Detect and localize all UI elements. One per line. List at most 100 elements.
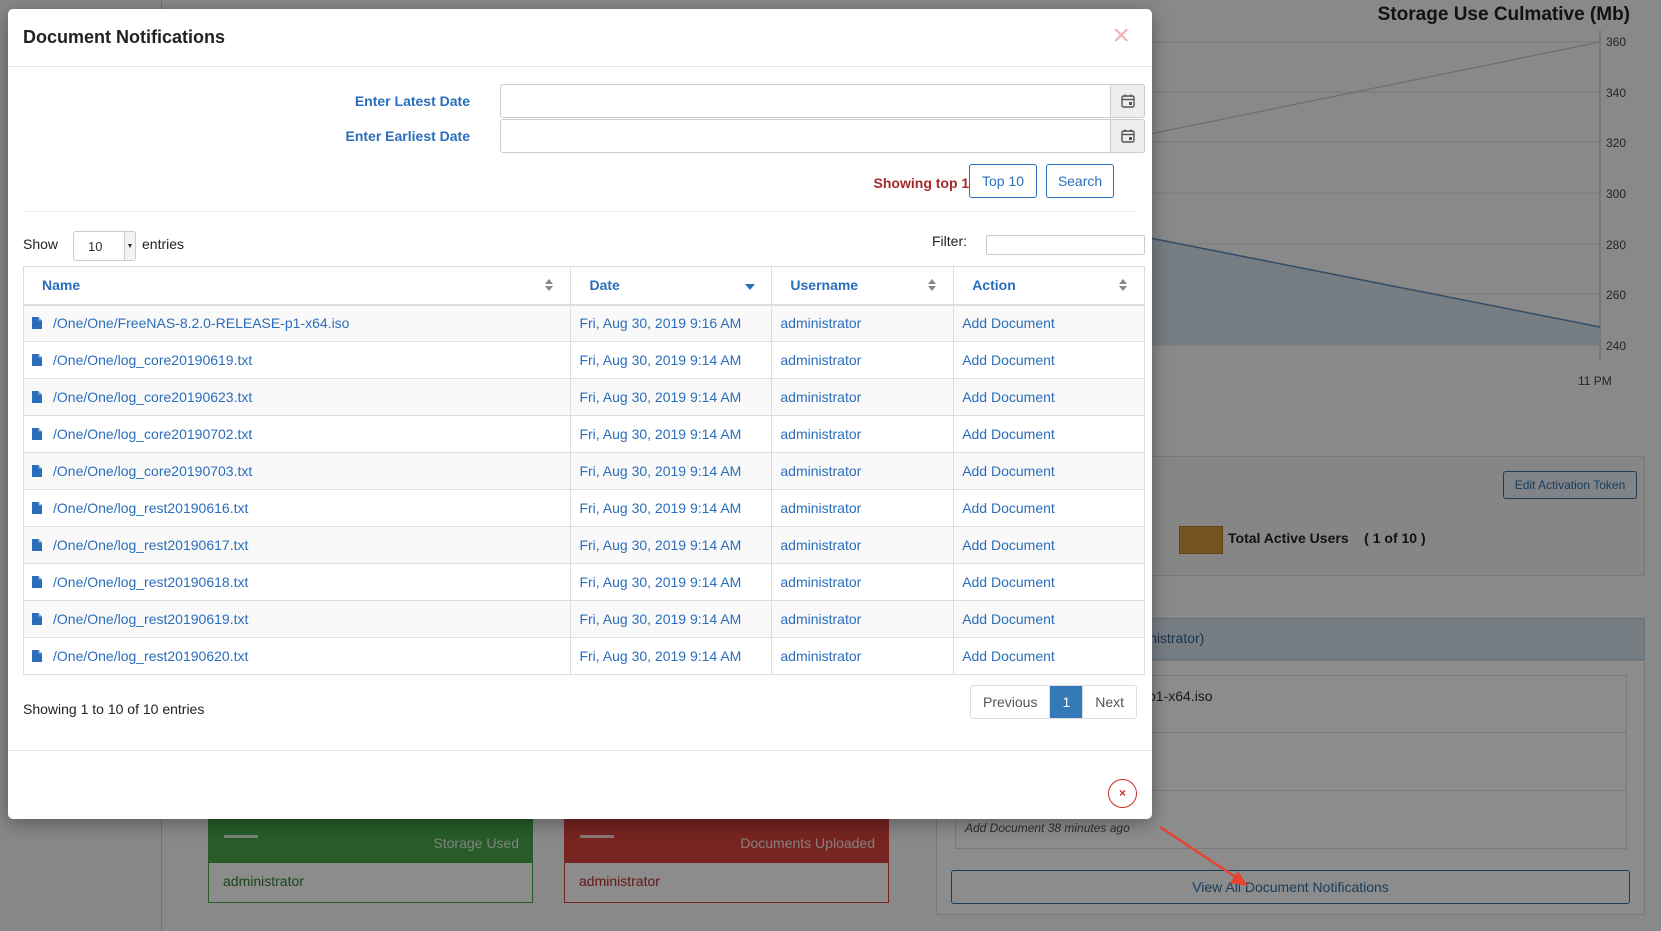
username-cell: administrator: [771, 378, 955, 416]
username-cell: administrator: [771, 415, 955, 453]
pager-next-button[interactable]: Next: [1083, 686, 1137, 718]
file-icon: [32, 317, 42, 330]
file-name-link[interactable]: /One/One/log_core20190703.txt: [53, 463, 252, 479]
file-name-cell[interactable]: /One/One/log_core20190703.txt: [22, 452, 572, 490]
username-cell: administrator: [771, 526, 955, 564]
table-row: /One/One/log_core20190702.txt Fri, Aug 3…: [22, 415, 1145, 453]
close-icon[interactable]: ×: [1112, 21, 1130, 51]
column-header-name[interactable]: Name: [22, 266, 572, 306]
file-name-link[interactable]: /One/One/log_rest20190617.txt: [53, 537, 248, 553]
file-icon: [32, 613, 42, 625]
action-cell: Add Document: [953, 378, 1145, 416]
file-name-link[interactable]: /One/One/FreeNAS-8.2.0-RELEASE-p1-x64.is…: [53, 315, 349, 331]
show-label: Show: [23, 236, 59, 252]
file-name-cell[interactable]: /One/One/log_core20190623.txt: [22, 378, 572, 416]
action-cell: Add Document: [953, 637, 1145, 675]
entries-label: entries: [142, 236, 185, 252]
file-name-cell[interactable]: /One/One/FreeNAS-8.2.0-RELEASE-p1-x64.is…: [22, 304, 572, 342]
entries-per-page-select[interactable]: 10 ▼: [73, 231, 136, 261]
file-icon: [32, 391, 42, 403]
file-name-link[interactable]: /One/One/log_core20190702.txt: [53, 426, 252, 442]
username-cell: administrator: [771, 637, 955, 675]
file-name-cell[interactable]: /One/One/log_rest20190620.txt: [22, 637, 572, 675]
sort-icon: [928, 279, 937, 291]
file-name-cell[interactable]: /One/One/log_core20190619.txt: [22, 341, 572, 379]
date-cell: Fri, Aug 30, 2019 9:14 AM: [570, 526, 773, 564]
file-name-link[interactable]: /One/One/log_core20190623.txt: [53, 389, 252, 405]
date-cell: Fri, Aug 30, 2019 9:14 AM: [570, 378, 773, 416]
filter-input[interactable]: [986, 235, 1145, 255]
sort-descending-icon: [745, 284, 756, 290]
filter-label: Filter:: [932, 233, 967, 249]
table-row: /One/One/log_core20190619.txt Fri, Aug 3…: [22, 341, 1145, 379]
date-cell: Fri, Aug 30, 2019 9:14 AM: [570, 452, 773, 490]
file-name-cell[interactable]: /One/One/log_rest20190618.txt: [22, 563, 572, 601]
file-name-link[interactable]: /One/One/log_rest20190616.txt: [53, 500, 248, 516]
modal-header: Document Notifications ×: [8, 9, 1152, 67]
action-cell: Add Document: [953, 600, 1145, 638]
date-cell: Fri, Aug 30, 2019 9:14 AM: [570, 341, 773, 379]
sort-icon: [1119, 279, 1127, 291]
date-cell: Fri, Aug 30, 2019 9:14 AM: [570, 489, 773, 527]
file-icon: [32, 428, 42, 440]
table-row: /One/One/log_rest20190620.txt Fri, Aug 3…: [22, 637, 1145, 675]
date-cell: Fri, Aug 30, 2019 9:16 AM: [570, 304, 773, 342]
close-button[interactable]: ×: [1108, 779, 1137, 808]
username-cell: administrator: [771, 600, 955, 638]
latest-date-label: Enter Latest Date: [354, 93, 470, 109]
column-header-label: Date: [589, 277, 620, 294]
file-name-link[interactable]: /One/One/log_core20190619.txt: [53, 352, 252, 368]
column-header-date[interactable]: Date: [570, 266, 773, 306]
latest-date-input[interactable]: [500, 84, 1111, 118]
file-name-cell[interactable]: /One/One/log_rest20190616.txt: [22, 489, 572, 527]
username-cell: administrator: [771, 489, 955, 527]
calendar-icon[interactable]: [1110, 119, 1145, 153]
date-cell: Fri, Aug 30, 2019 9:14 AM: [570, 637, 773, 675]
file-name-cell[interactable]: /One/One/log_core20190702.txt: [22, 415, 572, 453]
search-button[interactable]: Search: [1046, 164, 1114, 198]
document-notifications-modal: Document Notifications × Enter Latest Da…: [8, 9, 1152, 819]
file-name-link[interactable]: /One/One/log_rest20190620.txt: [53, 648, 248, 664]
file-name-link[interactable]: /One/One/log_rest20190618.txt: [53, 574, 248, 590]
file-icon: [32, 354, 42, 366]
date-cell: Fri, Aug 30, 2019 9:14 AM: [570, 600, 773, 638]
calendar-icon[interactable]: [1110, 84, 1145, 118]
pager-previous-button[interactable]: Previous: [971, 686, 1051, 718]
modal-title: Document Notifications: [23, 27, 226, 47]
column-header-label: Action: [972, 277, 1016, 294]
username-cell: administrator: [771, 563, 955, 601]
entries-select-value: 10: [88, 239, 103, 254]
file-name-cell[interactable]: /One/One/log_rest20190617.txt: [22, 526, 572, 564]
action-cell: Add Document: [953, 526, 1145, 564]
showing-top-text: Showing top 10: [873, 175, 977, 191]
action-cell: Add Document: [953, 341, 1145, 379]
table-summary: Showing 1 to 10 of 10 entries: [23, 701, 205, 717]
action-cell: Add Document: [953, 489, 1145, 527]
table-row: /One/One/log_rest20190618.txt Fri, Aug 3…: [22, 563, 1145, 601]
file-icon: [32, 502, 42, 514]
column-header-action[interactable]: Action: [953, 266, 1145, 306]
earliest-date-input[interactable]: [500, 119, 1111, 153]
action-cell: Add Document: [953, 563, 1145, 601]
date-cell: Fri, Aug 30, 2019 9:14 AM: [570, 415, 773, 453]
table-row: /One/One/log_core20190623.txt Fri, Aug 3…: [22, 378, 1145, 416]
table-row: /One/One/log_rest20190619.txt Fri, Aug 3…: [22, 600, 1145, 638]
file-name-cell[interactable]: /One/One/log_rest20190619.txt: [22, 600, 572, 638]
pager-page-button[interactable]: 1: [1050, 686, 1084, 718]
latest-date-row: Enter Latest Date: [8, 84, 1152, 118]
column-header-username[interactable]: Username: [771, 266, 955, 306]
chevron-down-icon: ▼: [124, 232, 135, 260]
file-icon: [32, 539, 42, 551]
action-cell: Add Document: [953, 452, 1145, 490]
modal-footer: ×: [8, 750, 1152, 819]
table-row: /One/One/log_rest20190617.txt Fri, Aug 3…: [22, 526, 1145, 564]
table-row: /One/One/log_core20190703.txt Fri, Aug 3…: [22, 452, 1145, 490]
file-name-link[interactable]: /One/One/log_rest20190619.txt: [53, 611, 248, 627]
pagination: Previous 1 Next: [970, 685, 1138, 719]
top10-button[interactable]: Top 10: [969, 164, 1037, 198]
file-icon: [32, 465, 42, 477]
username-cell: administrator: [771, 452, 955, 490]
table-row: /One/One/log_rest20190616.txt Fri, Aug 3…: [22, 489, 1145, 527]
action-cell: Add Document: [953, 304, 1145, 342]
table-row: /One/One/FreeNAS-8.2.0-RELEASE-p1-x64.is…: [22, 304, 1145, 342]
